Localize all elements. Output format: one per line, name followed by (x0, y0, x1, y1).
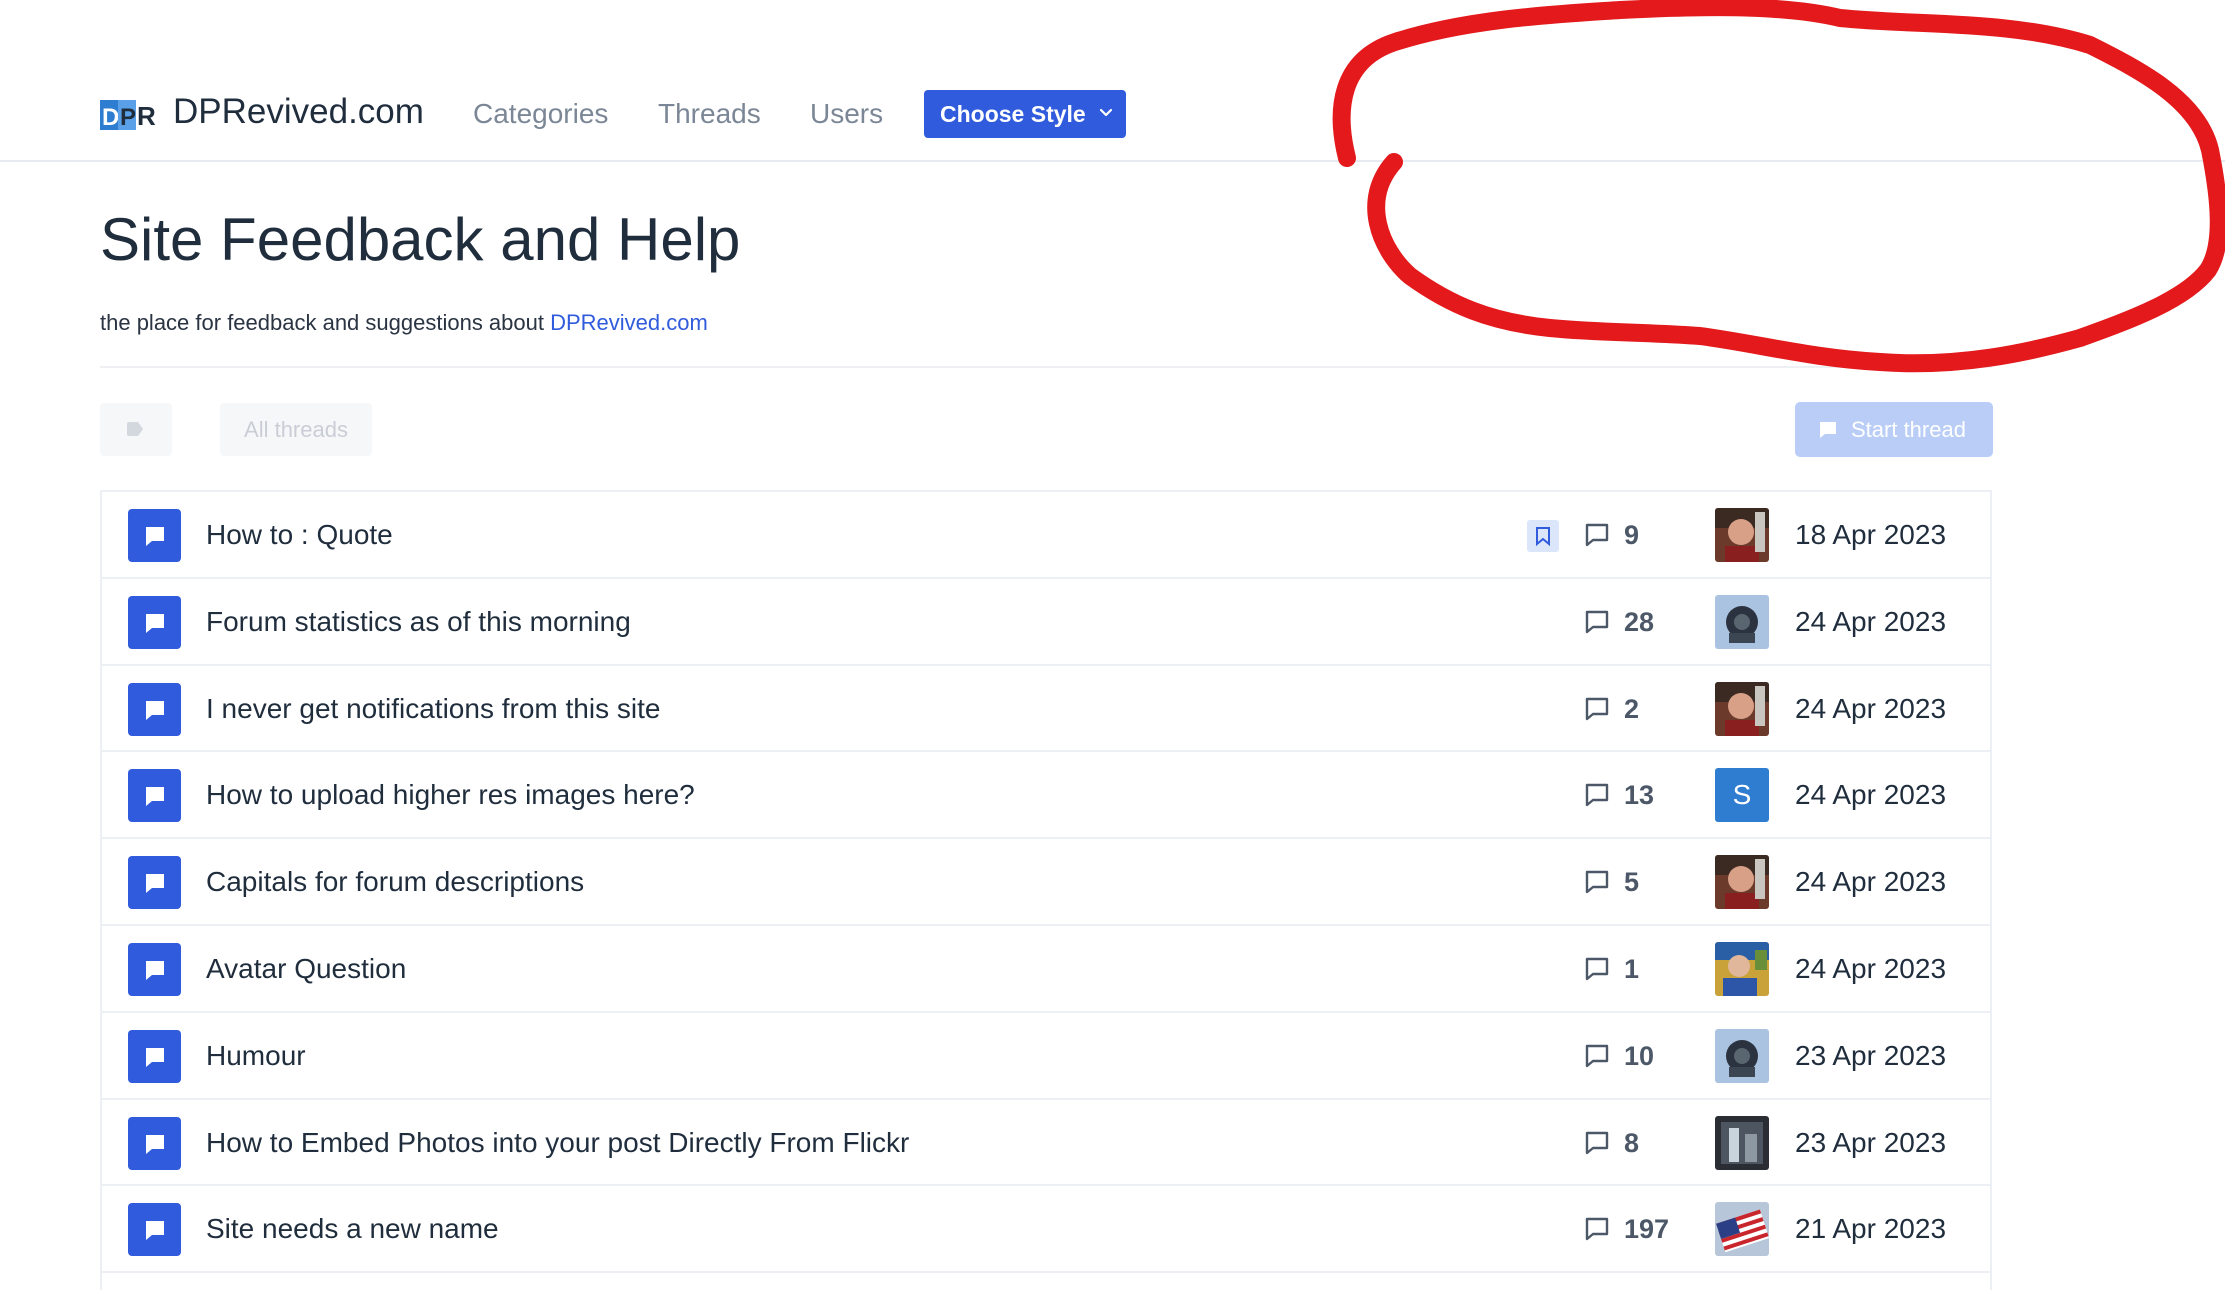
thread-row[interactable]: Avatar Question 1 24 Apr 2023 (102, 926, 1990, 1013)
page-title: Site Feedback and Help (100, 206, 741, 273)
thread-type-icon (128, 595, 181, 649)
avatar[interactable] (1715, 1115, 1769, 1170)
thread-date[interactable]: 24 Apr 2023 (1795, 779, 1946, 811)
reply-count: 10 (1624, 1040, 1655, 1071)
reply-count: 8 (1624, 1127, 1640, 1158)
comment-icon (1585, 697, 1609, 720)
thread-row[interactable]: Capitals for forum descriptions 5 24 Apr 2… (102, 839, 1990, 926)
choose-style-button[interactable]: Choose Style (924, 90, 1126, 138)
thread-row[interactable]: How to : Quote 9 18 Apr 2023 (102, 492, 1990, 579)
thread-type-icon (128, 1203, 181, 1257)
thread-type-icon (128, 769, 181, 823)
chat-bubble-icon (146, 1134, 164, 1154)
reply-count: 1 (1624, 953, 1640, 984)
thread-type-icon (128, 1029, 181, 1083)
comment-icon (1585, 1044, 1609, 1067)
thread-date[interactable]: 21 Apr 2023 (1795, 1213, 1946, 1245)
chat-bubble-icon (146, 874, 164, 894)
chat-bubble-icon (146, 787, 164, 807)
reply-count: 28 (1624, 606, 1655, 637)
thread-row[interactable]: Site needs a new name 197 21 Apr 2023 (102, 1186, 1990, 1274)
reply-count: 9 (1624, 520, 1640, 550)
divider (100, 366, 1992, 368)
site-name-link[interactable]: DPRevived.com (173, 92, 424, 132)
thread-title-link[interactable]: Site needs a new name (206, 1213, 499, 1245)
thread-type-icon (128, 942, 181, 996)
thread-row[interactable]: How to upload higher res images here? 13 S… (102, 752, 1990, 840)
top-header: D P R DPRevived.com Categories Threads U… (0, 0, 2225, 162)
thread-row[interactable]: I never get notifications from this site… (102, 666, 1990, 753)
thread-title-link[interactable]: How to upload higher res images here? (206, 779, 695, 811)
thread-type-icon (128, 1116, 181, 1170)
chat-bubble-icon (146, 960, 164, 980)
avatar[interactable] (1715, 594, 1769, 649)
thread-title-link[interactable]: How to Embed Photos into your post Direc… (206, 1127, 909, 1159)
thread-row[interactable]: How to Embed Photos into your post Direc… (102, 1100, 1990, 1187)
chat-bubble-icon (146, 527, 164, 546)
reply-count: 13 (1624, 780, 1655, 811)
thread-date[interactable]: 24 Apr 2023 (1795, 693, 1946, 725)
thread-list: How to : Quote 9 18 Apr 2023 Forum statisti… (100, 490, 1992, 1290)
site-logo[interactable]: D P R (100, 98, 156, 132)
bookmark-button[interactable] (1527, 520, 1559, 552)
thread-date[interactable]: 24 Apr 2023 (1795, 866, 1946, 898)
comment-icon (1585, 870, 1609, 894)
reply-count: 2 (1624, 693, 1640, 724)
thread-date[interactable]: 24 Apr 2023 (1795, 606, 1946, 638)
chat-bubble-icon (146, 613, 164, 633)
thread-date[interactable]: 18 Apr 2023 (1795, 519, 1946, 551)
thread-type-icon (128, 856, 181, 910)
comment-icon (1585, 957, 1609, 981)
thread-row[interactable]: Forum statistics as of this morning 28 24 … (102, 579, 1990, 666)
thread-title-link[interactable]: I never get notifications from this site (206, 693, 660, 725)
avatar[interactable] (1715, 681, 1769, 736)
choose-style-label: Choose Style (940, 100, 1086, 127)
thread-title-link[interactable]: Humour (206, 1040, 306, 1072)
comment-icon (1585, 1131, 1609, 1154)
thread-type-icon (128, 682, 181, 736)
svg-text:D: D (102, 104, 119, 131)
thread-date[interactable]: 24 Apr 2023 (1795, 953, 1946, 985)
comment-icon (1585, 1218, 1609, 1241)
start-thread-label: Start thread (1851, 416, 1966, 442)
svg-text:R: R (137, 101, 156, 131)
thread-type-icon (128, 509, 181, 562)
page-description-link[interactable]: DPRevived.com (550, 310, 708, 335)
avatar[interactable] (1715, 1202, 1769, 1257)
avatar[interactable]: S (1715, 768, 1769, 823)
chat-bubble-icon (146, 700, 164, 720)
thread-date[interactable]: 23 Apr 2023 (1795, 1040, 1946, 1072)
tag-icon (127, 422, 143, 436)
chevron-down-icon (1099, 108, 1113, 117)
start-thread-button[interactable]: Start thread (1795, 402, 1993, 457)
avatar[interactable] (1715, 508, 1769, 562)
avatar[interactable] (1715, 855, 1769, 910)
thread-title-link[interactable]: Forum statistics as of this morning (206, 606, 631, 638)
page-description: the place for feedback and suggestions a… (100, 310, 708, 336)
bookmark-icon (1536, 527, 1550, 546)
thread-date[interactable]: 23 Apr 2023 (1795, 1127, 1946, 1159)
comment-icon (1585, 784, 1609, 807)
comment-icon (1585, 523, 1609, 547)
nav-users[interactable]: Users (810, 98, 883, 130)
nav-categories[interactable]: Categories (473, 98, 608, 130)
thread-title-link[interactable]: Capitals for forum descriptions (206, 866, 584, 898)
reply-count: 197 (1624, 1214, 1670, 1245)
page-description-text: the place for feedback and suggestions a… (100, 310, 551, 335)
reply-count: 5 (1624, 867, 1640, 898)
chat-bubble-icon (146, 1221, 164, 1241)
avatar[interactable] (1715, 941, 1769, 996)
thread-title-link[interactable]: Avatar Question (206, 953, 406, 985)
tag-filter-button[interactable] (100, 403, 172, 456)
avatar[interactable] (1715, 1028, 1769, 1083)
all-threads-filter[interactable]: All threads (220, 403, 372, 456)
thread-title-link[interactable]: How to : Quote (206, 519, 393, 551)
comment-icon (1585, 610, 1609, 633)
nav-threads[interactable]: Threads (658, 98, 761, 130)
chat-bubble-icon (146, 1047, 164, 1067)
svg-text:P: P (120, 104, 136, 131)
thread-row[interactable]: Humour 10 23 Apr 2023 (102, 1013, 1990, 1100)
chat-bubble-icon (1820, 422, 1836, 438)
